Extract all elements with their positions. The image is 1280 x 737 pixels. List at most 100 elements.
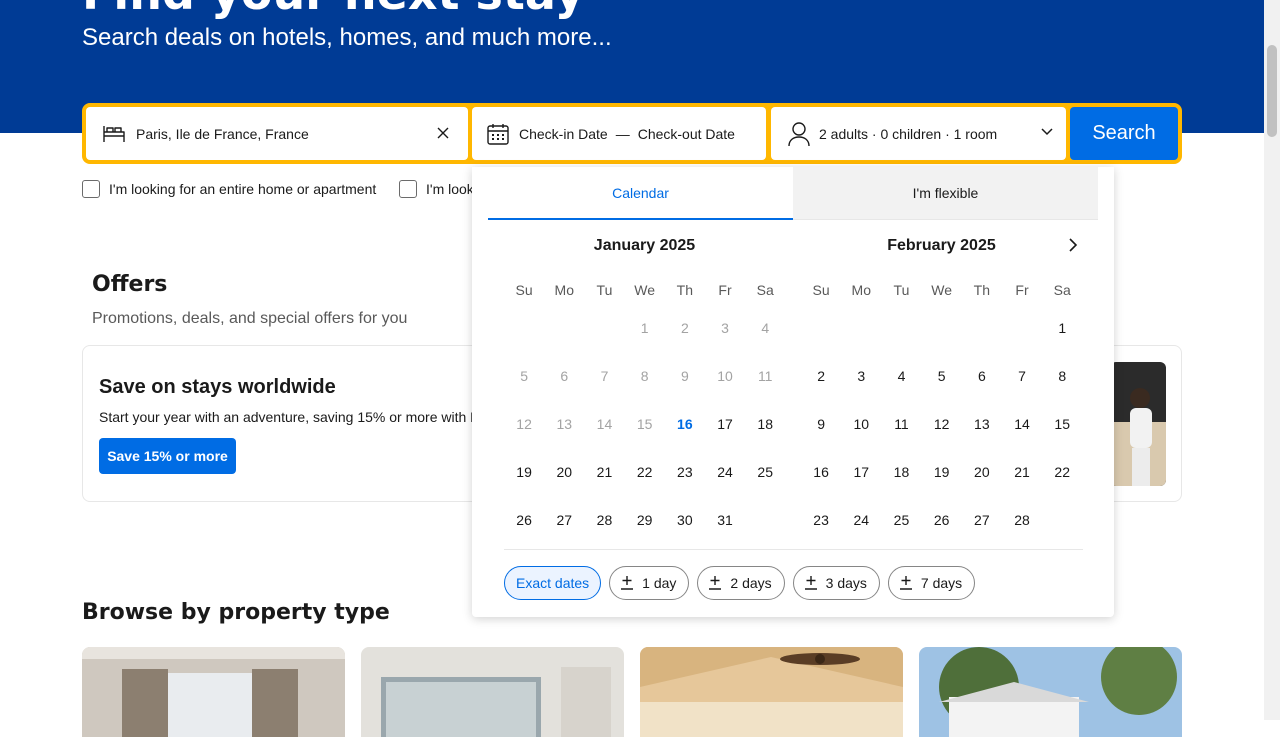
calendar-day[interactable]: 28 <box>1002 499 1042 547</box>
calendar-day[interactable]: 7 <box>1002 355 1042 403</box>
flex-chip-label: 3 days <box>825 575 867 591</box>
calendar-day: 5 <box>520 368 528 384</box>
calendar-day[interactable]: 27 <box>962 499 1002 547</box>
calendar-day[interactable]: 20 <box>544 451 584 499</box>
checkbox-box[interactable] <box>82 180 100 198</box>
occupancy-value: 2 adults · 0 children · 1 room <box>819 125 998 142</box>
calendar-day[interactable]: 2 <box>801 355 841 403</box>
scrollbar[interactable] <box>1264 0 1280 720</box>
calendar-day[interactable]: 16 <box>801 451 841 499</box>
search-button[interactable]: Search <box>1070 107 1178 160</box>
calendar-day: 15 <box>636 416 653 432</box>
calendar-day[interactable]: 3 <box>841 355 881 403</box>
tab-calendar[interactable]: Calendar <box>488 167 793 220</box>
calendar-day[interactable]: 4 <box>881 355 921 403</box>
person-icon <box>787 121 811 147</box>
calendar-day[interactable]: 26 <box>504 499 544 547</box>
weekday-label: Mo <box>851 282 871 298</box>
work-trip-label: I'm look <box>426 181 474 197</box>
close-icon <box>437 127 449 139</box>
chevron-right-icon <box>1069 238 1078 252</box>
calendar-day[interactable]: 18 <box>745 403 785 451</box>
calendar-day: 3 <box>721 320 729 336</box>
calendar-day[interactable]: 9 <box>801 403 841 451</box>
empty-day-cell <box>922 307 962 355</box>
calendar-day: 8 <box>640 368 649 384</box>
calendar-day[interactable]: 28 <box>584 499 624 547</box>
property-type-villas-image[interactable] <box>919 647 1182 737</box>
checkbox-box[interactable] <box>399 180 417 198</box>
weekday-label: Fr <box>718 282 732 298</box>
calendar-day[interactable]: 22 <box>625 451 665 499</box>
calendar-day[interactable]: 10 <box>841 403 881 451</box>
empty-day-cell <box>504 307 544 355</box>
calendar-day[interactable]: 26 <box>922 499 962 547</box>
calendar-day[interactable]: 6 <box>962 355 1002 403</box>
property-type-apartments-image[interactable] <box>361 647 624 737</box>
calendar-day[interactable]: 15 <box>1042 403 1082 451</box>
flex-chip-label: Exact dates <box>516 575 590 591</box>
flex-chip[interactable]: Exact dates <box>504 566 602 600</box>
weekday-label: Tu <box>893 282 910 298</box>
clear-destination-button[interactable] <box>432 122 454 144</box>
calendar-day[interactable]: 1 <box>1042 307 1082 355</box>
flex-chip-label: 7 days <box>920 575 963 591</box>
calendar-day[interactable]: 16 <box>665 403 705 451</box>
offers-subtitle: Promotions, deals, and special offers fo… <box>92 310 408 327</box>
calendar-day[interactable]: 27 <box>544 499 584 547</box>
calendar-day[interactable]: 31 <box>705 499 745 547</box>
scrollbar-thumb[interactable] <box>1267 45 1277 137</box>
month-title-february: February 2025 <box>887 237 996 254</box>
flex-chip[interactable]: 1 day <box>609 566 690 600</box>
calendar-day[interactable]: 18 <box>881 451 921 499</box>
calendar-icon <box>486 122 510 146</box>
property-type-resorts-image[interactable] <box>640 647 903 737</box>
destination-field[interactable]: Paris, Ile de France, France <box>86 107 468 160</box>
calendar-day: 12 <box>516 416 532 432</box>
plus-minus-icon <box>620 575 634 591</box>
calendar-day[interactable]: 23 <box>801 499 841 547</box>
calendar-day[interactable]: 25 <box>881 499 921 547</box>
occupancy-field[interactable]: 2 adults · 0 children · 1 room <box>771 107 1066 160</box>
flexibility-chips: Exact dates 1 day 2 days 3 days 7 days <box>504 566 976 600</box>
weekday-label: Th <box>973 282 991 298</box>
calendar-day[interactable]: 30 <box>665 499 705 547</box>
browse-title: Browse by property type <box>82 600 390 625</box>
calendar-day[interactable]: 19 <box>922 451 962 499</box>
calendar-day[interactable]: 17 <box>705 403 745 451</box>
calendar-day[interactable]: 19 <box>504 451 544 499</box>
calendar-grid-january: Su Mo Tu We Th Fr Sa 1 2 3 4 5 6 7 8 9 10 11 12 13 14 15 16 17 1… <box>504 273 785 547</box>
hero-title: Find your next stay <box>82 0 585 20</box>
save-offer-button[interactable]: Save 15% or more <box>99 438 236 474</box>
next-month-button[interactable] <box>1061 233 1085 257</box>
calendar-day[interactable]: 8 <box>1042 355 1082 403</box>
tab-flexible[interactable]: I'm flexible <box>793 167 1098 220</box>
dates-field[interactable]: Check-in Date — Check-out Date <box>472 107 766 160</box>
calendar-day: 7 <box>600 368 609 384</box>
calendar-day[interactable]: 14 <box>1002 403 1042 451</box>
calendar-day[interactable]: 22 <box>1042 451 1082 499</box>
calendar-day[interactable]: 21 <box>1002 451 1042 499</box>
plus-minus-icon <box>804 575 818 591</box>
calendar-day[interactable]: 23 <box>665 451 705 499</box>
empty-day-cell <box>544 307 584 355</box>
calendar-day[interactable]: 12 <box>922 403 962 451</box>
calendar-day[interactable]: 17 <box>841 451 881 499</box>
work-trip-checkbox[interactable]: I'm look <box>399 180 474 198</box>
calendar-day[interactable]: 24 <box>705 451 745 499</box>
flex-chip[interactable]: 7 days <box>887 566 976 600</box>
calendar-day[interactable]: 21 <box>584 451 624 499</box>
calendar-day[interactable]: 25 <box>745 451 785 499</box>
property-type-hotels-image[interactable] <box>82 647 345 737</box>
calendar-day[interactable]: 29 <box>625 499 665 547</box>
calendar-day[interactable]: 5 <box>922 355 962 403</box>
offers-title: Offers <box>92 272 168 297</box>
calendar-day[interactable]: 24 <box>841 499 881 547</box>
calendar-day[interactable]: 11 <box>881 403 921 451</box>
entire-home-checkbox[interactable]: I'm looking for an entire home or apartm… <box>82 180 376 198</box>
calendar-day[interactable]: 20 <box>962 451 1002 499</box>
flex-chip[interactable]: 2 days <box>697 566 785 600</box>
flex-chip[interactable]: 3 days <box>792 566 880 600</box>
bed-icon <box>102 124 126 144</box>
calendar-day[interactable]: 13 <box>962 403 1002 451</box>
